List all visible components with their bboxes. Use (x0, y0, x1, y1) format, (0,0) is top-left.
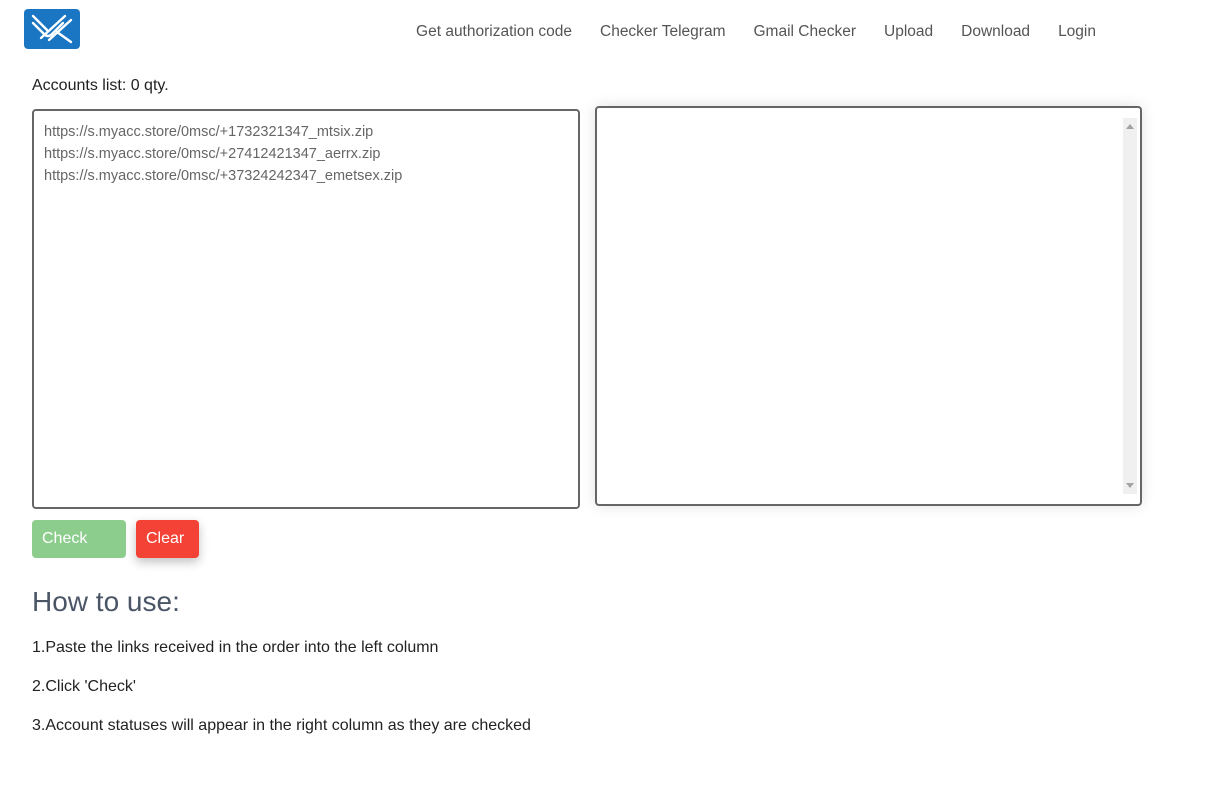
howto-step-3: 3.Account statuses will appear in the ri… (32, 717, 531, 734)
check-button[interactable]: Check (32, 520, 126, 558)
clear-button[interactable]: Clear (136, 520, 199, 558)
logo[interactable] (24, 9, 80, 49)
accounts-count-label: Accounts list: 0 qty. (32, 77, 169, 94)
results-scrollbar[interactable] (1123, 118, 1137, 494)
nav-login[interactable]: Login (1058, 22, 1096, 42)
howto-step-1: 1.Paste the links received in the order … (32, 639, 439, 656)
top-navigation: Get authorization code Checker Telegram … (388, 22, 1096, 42)
paperclip-logo-icon (31, 14, 73, 44)
nav-upload[interactable]: Upload (884, 22, 933, 42)
scroll-down-arrow-icon[interactable] (1126, 483, 1134, 488)
results-output-textarea[interactable] (595, 106, 1142, 506)
nav-checker-telegram[interactable]: Checker Telegram (600, 22, 726, 42)
nav-gmail-checker[interactable]: Gmail Checker (754, 22, 857, 42)
nav-download[interactable]: Download (961, 22, 1030, 42)
nav-get-authorization-code[interactable]: Get authorization code (416, 22, 572, 42)
how-to-use-heading: How to use: (32, 586, 180, 617)
scroll-up-arrow-icon[interactable] (1126, 124, 1134, 129)
links-input-textarea[interactable]: https://s.myacc.store/0msc/+1732321347_m… (32, 109, 580, 509)
howto-step-2: 2.Click 'Check' (32, 678, 136, 695)
